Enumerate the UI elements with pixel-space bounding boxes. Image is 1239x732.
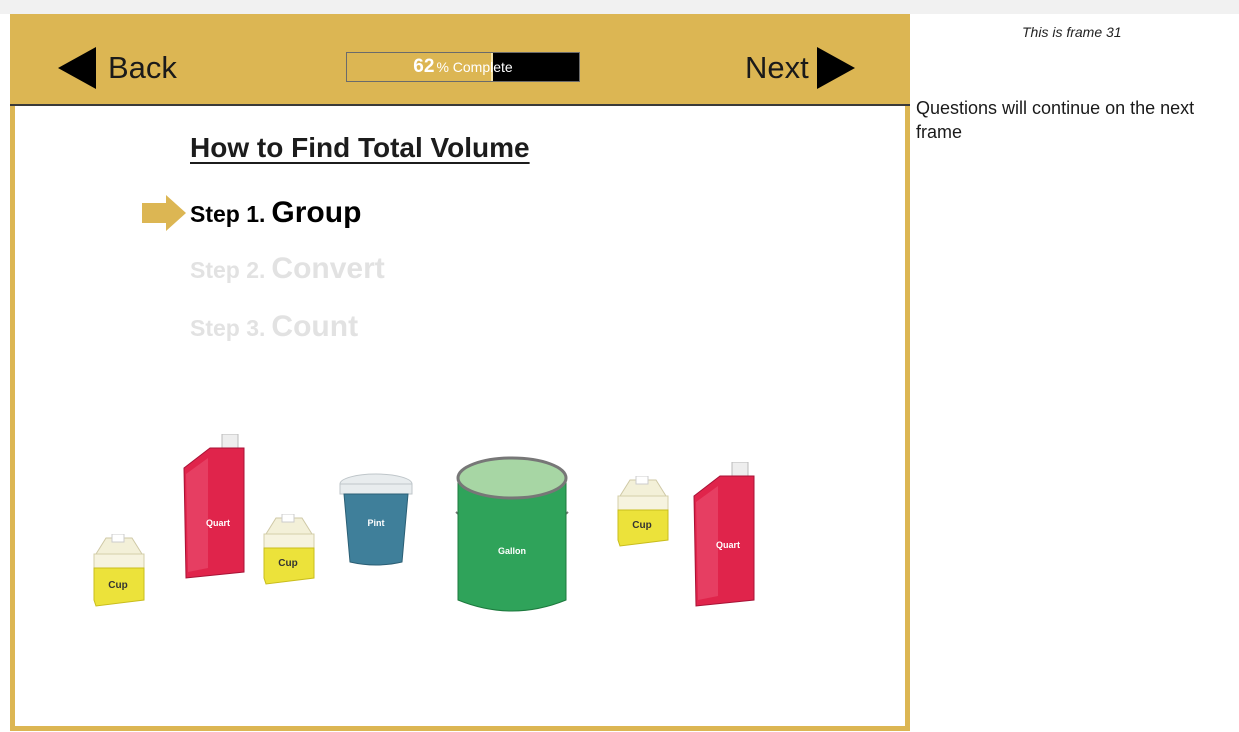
cup-carton-3: Cup	[617, 476, 669, 547]
back-arrow-icon	[58, 47, 96, 89]
progress-suffix: % Complete	[436, 59, 513, 75]
step-1-name: Group	[271, 196, 362, 229]
step-2-name: Convert	[271, 252, 385, 285]
page-title: How to Find Total Volume	[190, 132, 530, 163]
quart-bottle-2: Quart	[693, 462, 755, 607]
gallon-can: Gallon	[455, 456, 569, 612]
pint-label: Pint	[368, 518, 385, 528]
cup-label-3: Cup	[632, 520, 651, 531]
back-label: Back	[108, 50, 177, 85]
step-3: Step 3. Count	[190, 310, 358, 344]
step-1-prefix: Step 1.	[190, 201, 266, 227]
progress-percent: 62	[413, 56, 435, 77]
continue-note: Questions will continue on the next fram…	[916, 98, 1195, 142]
progress-bar: 62% Complete	[346, 52, 580, 82]
cup-label-1: Cup	[108, 580, 127, 591]
progress-text: 62% Complete	[347, 53, 579, 81]
containers-illustration: Cup Quart Cup Pint Gallon Cup Quart	[80, 430, 780, 630]
next-arrow-icon	[816, 47, 855, 89]
current-step-arrow-icon	[142, 195, 186, 231]
gallon-label: Gallon	[498, 546, 526, 556]
top-strip	[0, 0, 1239, 14]
quart-label-2: Quart	[716, 540, 740, 550]
frame-indicator: This is frame 31	[1022, 24, 1122, 40]
quart-bottle-1: Quart	[183, 434, 245, 579]
step-2-prefix: Step 2.	[190, 257, 266, 283]
step-3-name: Count	[271, 310, 359, 343]
lesson-header: Back 62% Complete Next	[10, 14, 910, 106]
cup-carton-1: Cup	[93, 534, 145, 607]
step-1: Step 1. Group	[190, 196, 361, 230]
back-button[interactable]: Back	[58, 46, 177, 90]
step-2: Step 2. Convert	[190, 252, 385, 286]
pint-tub: Pint	[339, 473, 413, 566]
step-3-prefix: Step 3.	[190, 315, 266, 341]
next-label: Next	[745, 50, 809, 85]
quart-label-1: Quart	[206, 518, 230, 528]
next-button[interactable]: Next	[745, 46, 855, 90]
cup-carton-2: Cup	[263, 514, 315, 585]
cup-label-2: Cup	[278, 558, 297, 569]
